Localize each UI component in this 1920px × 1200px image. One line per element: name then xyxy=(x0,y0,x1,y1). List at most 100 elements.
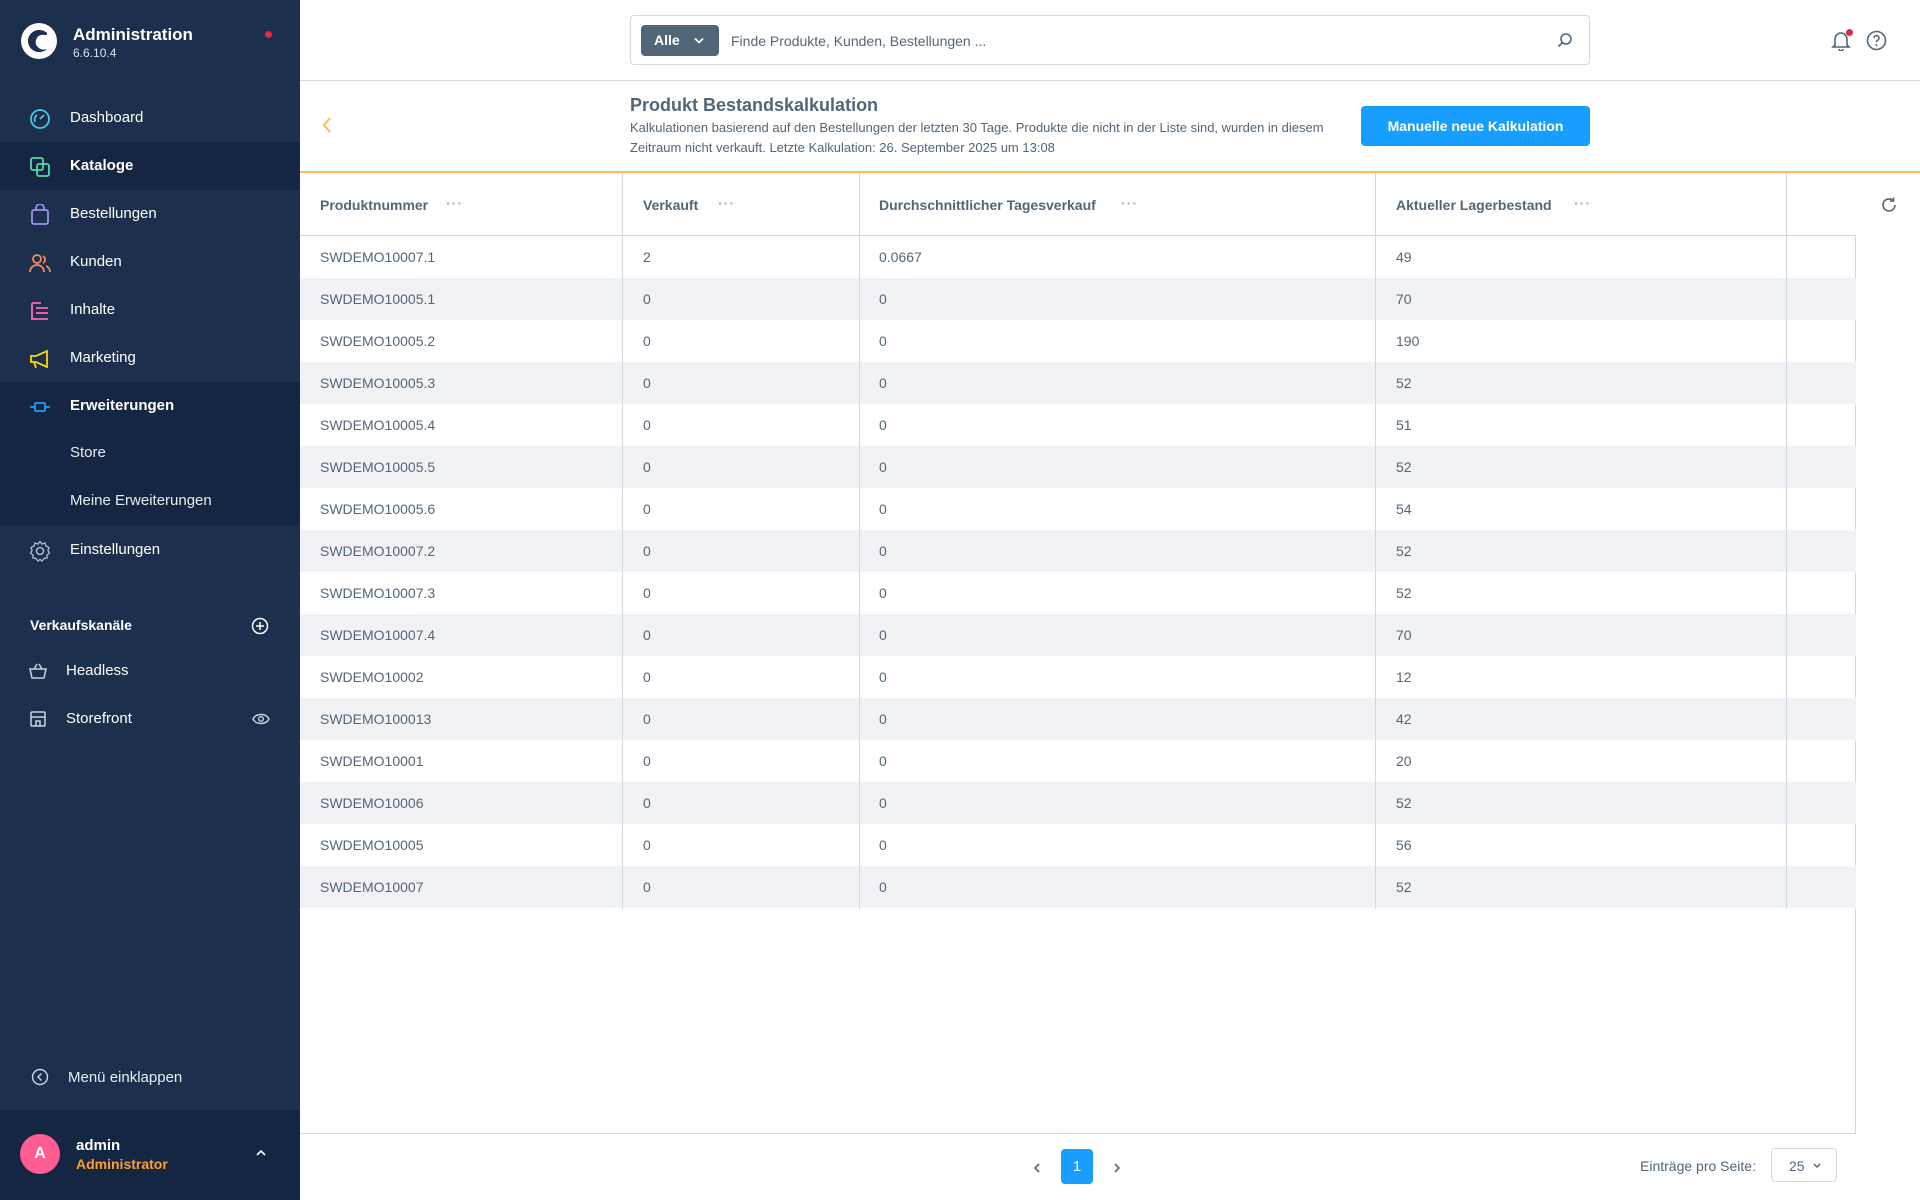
table-cell: 52 xyxy=(1396,375,1412,391)
table-row[interactable]: SWDEMO10005.4 0 0 51 xyxy=(300,404,1856,446)
data-grid: Produktnummer ··· Verkauft ··· Durchschn… xyxy=(300,173,1856,1133)
content-icon xyxy=(31,302,48,320)
sales-channel-headless[interactable]: Headless xyxy=(0,647,300,695)
search-input[interactable] xyxy=(731,26,1521,56)
table-row[interactable]: SWDEMO100013 0 0 42 xyxy=(300,698,1856,740)
table-cell: 12 xyxy=(1396,669,1412,685)
table-cell: 190 xyxy=(1396,333,1420,349)
column-menu-icon[interactable]: ··· xyxy=(1121,195,1138,211)
sidebar-item-label: Kataloge xyxy=(70,157,134,174)
per-page-label: Einträge pro Seite: xyxy=(1640,1158,1756,1174)
sidebar-item-label: Dashboard xyxy=(70,109,144,126)
per-page-select[interactable]: 25 xyxy=(1771,1148,1837,1182)
sidebar-subitem-my-extensions[interactable]: Meine Erweiterungen xyxy=(0,477,300,525)
table-cell: 0.0667 xyxy=(879,249,922,265)
table-cell: 0 xyxy=(643,837,651,853)
table-row[interactable]: SWDEMO10007.2 0 0 52 xyxy=(300,530,1856,572)
storefront-icon xyxy=(30,711,46,727)
sidebar-item-dashboard[interactable]: Dashboard xyxy=(0,94,300,142)
eye-icon[interactable] xyxy=(252,712,270,726)
table-cell: SWDEMO10001 xyxy=(320,753,424,769)
table-cell: 0 xyxy=(643,417,651,433)
table-cell: 0 xyxy=(643,459,651,475)
new-calculation-button[interactable]: Manuelle neue Kalkulation xyxy=(1361,106,1590,146)
sidebar: Administration 6.6.10.4 Dashboard Katalo… xyxy=(0,0,300,1200)
user-name: admin xyxy=(76,1137,121,1154)
column-header-avg-daily-sales[interactable]: Durchschnittlicher Tagesverkauf ··· xyxy=(859,173,1375,236)
shopware-logo-icon[interactable] xyxy=(20,22,58,60)
table-cell: 52 xyxy=(1396,795,1412,811)
sidebar-item-kunden[interactable]: Kunden xyxy=(0,238,300,286)
table-row[interactable]: SWDEMO10005.3 0 0 52 xyxy=(300,362,1856,404)
sidebar-subitem-store[interactable]: Store xyxy=(0,429,300,477)
sidebar-subitem-label: Store xyxy=(70,444,106,461)
table-row[interactable]: SWDEMO10005.5 0 0 52 xyxy=(300,446,1856,488)
table-cell: SWDEMO10005.6 xyxy=(320,501,436,517)
table-cell: 0 xyxy=(643,879,651,895)
table-cell: 42 xyxy=(1396,711,1412,727)
table-row[interactable]: SWDEMO10007.4 0 0 70 xyxy=(300,614,1856,656)
sales-channels-title: Verkaufskanäle xyxy=(30,617,132,633)
column-header-product-number[interactable]: Produktnummer ··· xyxy=(300,173,622,236)
column-menu-icon[interactable]: ··· xyxy=(718,195,735,211)
sidebar-item-bestellungen[interactable]: Bestellungen xyxy=(0,190,300,238)
table-row[interactable]: SWDEMO10005.2 0 0 190 xyxy=(300,320,1856,362)
help-icon[interactable] xyxy=(1866,30,1887,51)
table-cell: SWDEMO10005.1 xyxy=(320,291,436,307)
sales-channel-label: Storefront xyxy=(66,710,132,727)
back-chevron-icon[interactable] xyxy=(320,115,334,135)
sidebar-item-erweiterungen[interactable]: Erweiterungen xyxy=(0,382,300,430)
search-icon[interactable] xyxy=(1556,31,1574,49)
table-cell: 0 xyxy=(879,585,887,601)
table-row[interactable]: SWDEMO10001 0 0 20 xyxy=(300,740,1856,782)
table-cell: 51 xyxy=(1396,417,1412,433)
table-cell: 0 xyxy=(879,711,887,727)
collapse-menu-button[interactable]: Menü einklappen xyxy=(0,1053,300,1101)
refresh-icon[interactable] xyxy=(1880,196,1898,214)
collapse-menu-label: Menü einklappen xyxy=(68,1069,183,1086)
table-cell: 70 xyxy=(1396,627,1412,643)
sales-channel-storefront[interactable]: Storefront xyxy=(0,695,300,743)
sidebar-item-label: Bestellungen xyxy=(70,205,157,222)
table-cell: 0 xyxy=(879,627,887,643)
table-row[interactable]: SWDEMO10002 0 0 12 xyxy=(300,656,1856,698)
sidebar-item-kataloge[interactable]: Kataloge xyxy=(0,142,300,190)
table-cell: 0 xyxy=(879,417,887,433)
next-page-icon[interactable] xyxy=(1112,1162,1122,1174)
table-cell: 0 xyxy=(643,333,651,349)
sidebar-item-marketing[interactable]: Marketing xyxy=(0,334,300,382)
table-cell: 20 xyxy=(1396,753,1412,769)
column-header-sold[interactable]: Verkauft ··· xyxy=(623,173,859,236)
page-number-button[interactable]: 1 xyxy=(1061,1149,1093,1184)
table-cell: 52 xyxy=(1396,543,1412,559)
table-cell: SWDEMO10005 xyxy=(320,837,424,853)
page-title: Produkt Bestandskalkulation xyxy=(630,95,879,115)
search-type-select[interactable]: Alle xyxy=(641,25,719,56)
avatar: A xyxy=(20,1134,60,1174)
table-cell: 52 xyxy=(1396,879,1412,895)
table-cell: SWDEMO10007.1 xyxy=(320,249,436,265)
chevron-up-icon[interactable] xyxy=(254,1148,268,1158)
column-header-current-stock[interactable]: Aktueller Lagerbestand ··· xyxy=(1376,173,1786,236)
user-menu[interactable]: A admin Administrator xyxy=(0,1110,300,1200)
shopping-bag-icon xyxy=(31,204,49,225)
table-row[interactable]: SWDEMO10007 0 0 52 xyxy=(300,866,1856,908)
sidebar-item-einstellungen[interactable]: Einstellungen xyxy=(0,526,300,574)
table-cell: 49 xyxy=(1396,249,1412,265)
chevron-down-icon xyxy=(694,37,704,44)
table-row[interactable]: SWDEMO10007.1 2 0.0667 49 xyxy=(300,236,1856,278)
table-row[interactable]: SWDEMO10005.1 0 0 70 xyxy=(300,278,1856,320)
table-cell: 0 xyxy=(879,837,887,853)
add-sales-channel-icon[interactable] xyxy=(251,617,269,635)
per-page-value: 25 xyxy=(1789,1158,1805,1174)
sidebar-item-inhalte[interactable]: Inhalte xyxy=(0,286,300,334)
table-row[interactable]: SWDEMO10005 0 0 56 xyxy=(300,824,1856,866)
column-menu-icon[interactable]: ··· xyxy=(1574,195,1591,211)
table-row[interactable]: SWDEMO10006 0 0 52 xyxy=(300,782,1856,824)
table-row[interactable]: SWDEMO10005.6 0 0 54 xyxy=(300,488,1856,530)
previous-page-icon[interactable] xyxy=(1032,1162,1042,1174)
table-row[interactable]: SWDEMO10007.3 0 0 52 xyxy=(300,572,1856,614)
column-menu-icon[interactable]: ··· xyxy=(446,195,463,211)
sidebar-item-label: Einstellungen xyxy=(70,541,161,558)
table-cell: 0 xyxy=(879,459,887,475)
